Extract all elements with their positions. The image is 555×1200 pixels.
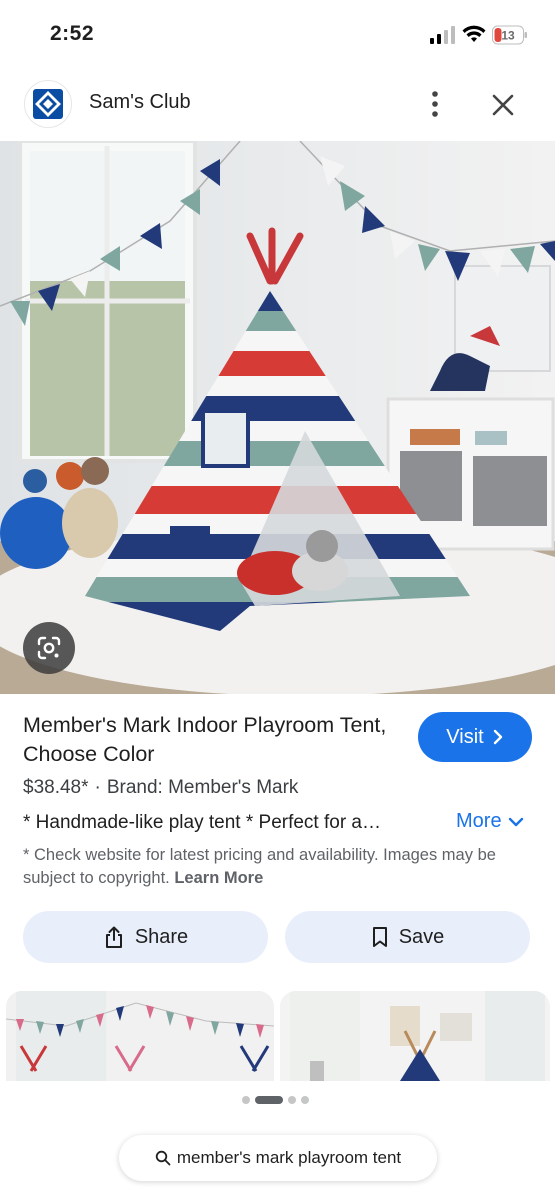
disclaimer: * Check website for latest pricing and a… bbox=[23, 844, 533, 890]
learn-more-link[interactable]: Learn More bbox=[174, 869, 263, 887]
visit-button[interactable]: Visit bbox=[418, 712, 532, 762]
pager-dot[interactable] bbox=[301, 1096, 309, 1104]
status-time: 2:52 bbox=[50, 22, 95, 45]
wifi-icon bbox=[462, 25, 486, 42]
save-label: Save bbox=[398, 925, 445, 948]
pager-dot[interactable] bbox=[288, 1096, 296, 1104]
related-room-photo bbox=[280, 991, 550, 1081]
carousel-pager bbox=[242, 1095, 309, 1105]
share-button[interactable]: Share bbox=[23, 911, 268, 963]
related-image-1[interactable] bbox=[6, 991, 274, 1081]
share-label: Share bbox=[134, 925, 189, 948]
separator: · bbox=[94, 777, 101, 798]
pager-dot-active[interactable] bbox=[255, 1096, 283, 1104]
visit-label: Visit bbox=[446, 725, 484, 748]
source-header: Sam's Club bbox=[0, 72, 555, 138]
related-teepees-photo bbox=[6, 991, 274, 1081]
google-lens-button[interactable] bbox=[23, 622, 75, 674]
pager-dot[interactable] bbox=[242, 1096, 250, 1104]
site-logo[interactable] bbox=[24, 80, 72, 128]
product-description: * Handmade-like play tent * Perfect for … bbox=[23, 812, 382, 833]
chevron-right-icon bbox=[493, 729, 502, 745]
close-icon[interactable] bbox=[488, 90, 518, 120]
bookmark-icon bbox=[372, 927, 387, 947]
share-icon bbox=[105, 926, 122, 948]
more-button[interactable]: More bbox=[456, 810, 524, 833]
related-image-2[interactable] bbox=[280, 991, 550, 1081]
more-options-icon[interactable] bbox=[422, 86, 448, 122]
price-brand-row: $38.48* · Brand: Member's Mark bbox=[23, 777, 298, 799]
brand: Brand: Member's Mark bbox=[106, 777, 299, 798]
cellular-signal-icon bbox=[430, 26, 455, 44]
product-title[interactable]: Member's Mark Indoor Playroom Tent, Choo… bbox=[23, 711, 393, 769]
teepee-tent-photo bbox=[0, 141, 555, 694]
site-name[interactable]: Sam's Club bbox=[89, 91, 191, 114]
more-label: More bbox=[456, 810, 502, 832]
lens-icon bbox=[37, 636, 61, 660]
status-bar: 2:52 13 bbox=[0, 0, 555, 70]
save-button[interactable]: Save bbox=[285, 911, 530, 963]
search-query-chip[interactable]: member's mark playroom tent bbox=[119, 1135, 437, 1181]
battery-icon: 13 bbox=[492, 25, 527, 45]
product-image[interactable] bbox=[0, 141, 555, 694]
price: $38.48* bbox=[23, 777, 89, 798]
search-icon bbox=[155, 1150, 171, 1166]
chevron-down-icon bbox=[508, 817, 523, 826]
search-query: member's mark playroom tent bbox=[176, 1148, 402, 1167]
battery-level: 13 bbox=[501, 29, 515, 43]
sams-club-diamond-icon bbox=[33, 89, 63, 119]
